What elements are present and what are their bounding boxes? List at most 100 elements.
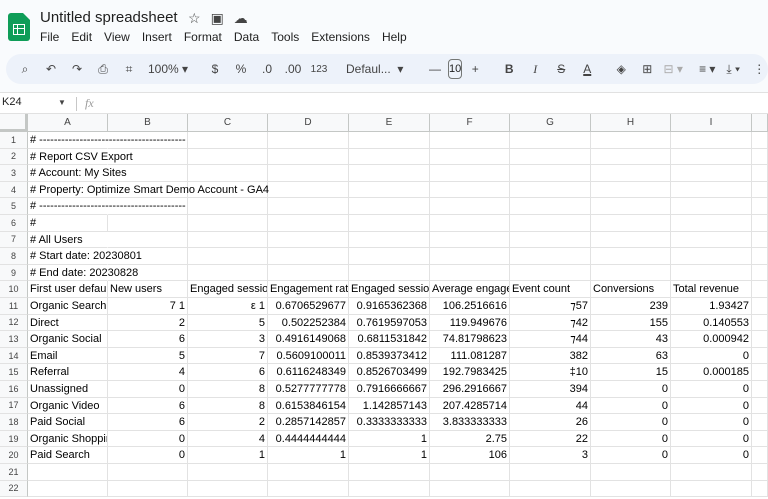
- table-cell[interactable]: # All Users: [28, 232, 108, 249]
- zoom-select[interactable]: 100% ▾: [144, 57, 192, 81]
- row-header[interactable]: 11: [0, 298, 28, 315]
- table-cell[interactable]: 155: [591, 314, 671, 332]
- row-header[interactable]: 4: [0, 181, 28, 199]
- table-cell[interactable]: [349, 198, 430, 215]
- table-cell[interactable]: [671, 132, 752, 149]
- table-cell[interactable]: [349, 148, 430, 166]
- row-header[interactable]: 1: [0, 132, 28, 149]
- row-header[interactable]: 14: [0, 347, 28, 365]
- table-cell[interactable]: [349, 248, 430, 265]
- table-cell[interactable]: [188, 132, 268, 149]
- table-cell[interactable]: [349, 480, 430, 498]
- table-cell[interactable]: # Report CSV Export: [28, 149, 133, 166]
- table-cell[interactable]: [268, 148, 349, 166]
- table-cell[interactable]: [349, 231, 430, 249]
- table-cell[interactable]: 1: [349, 447, 430, 464]
- table-cell[interactable]: # Account: My Sites: [28, 165, 127, 182]
- table-cell[interactable]: 1.93427: [671, 298, 752, 315]
- column-header-c[interactable]: C: [188, 114, 268, 132]
- font-family-select[interactable]: Defaul... ▾: [342, 57, 412, 81]
- table-cell[interactable]: 43: [591, 331, 671, 348]
- table-cell[interactable]: Organic Search: [28, 298, 108, 315]
- table-cell[interactable]: 8: [188, 397, 268, 415]
- table-cell[interactable]: 2: [188, 414, 268, 431]
- table-cell[interactable]: [671, 165, 752, 182]
- row-header[interactable]: 8: [0, 248, 28, 265]
- table-cell[interactable]: [268, 480, 349, 498]
- table-cell[interactable]: 0.4916149068: [268, 331, 349, 348]
- table-cell[interactable]: [510, 181, 591, 199]
- table-cell[interactable]: [430, 215, 510, 232]
- table-cell[interactable]: [510, 215, 591, 232]
- table-cell[interactable]: [752, 248, 768, 265]
- menu-item-data[interactable]: Data: [234, 30, 259, 44]
- row-header[interactable]: 5: [0, 198, 28, 215]
- table-cell[interactable]: 0.9165362368: [349, 298, 430, 315]
- table-cell[interactable]: [268, 181, 349, 199]
- row-header[interactable]: 22: [0, 480, 28, 498]
- table-cell[interactable]: 6: [108, 397, 188, 415]
- table-cell[interactable]: [430, 248, 510, 265]
- table-cell[interactable]: 5: [188, 314, 268, 332]
- table-cell[interactable]: [591, 231, 671, 249]
- table-cell[interactable]: [430, 480, 510, 498]
- table-cell[interactable]: 0.502252384: [268, 314, 349, 332]
- table-cell[interactable]: 296.2916667: [430, 381, 510, 398]
- table-cell[interactable]: [671, 198, 752, 215]
- row-header[interactable]: 21: [0, 464, 28, 481]
- table-cell[interactable]: [349, 132, 430, 149]
- table-cell[interactable]: [188, 248, 268, 265]
- table-cell[interactable]: 106: [430, 447, 510, 464]
- table-cell[interactable]: [268, 165, 349, 182]
- table-cell[interactable]: [591, 165, 671, 182]
- horizontal-align-icon[interactable]: ≡ ▾: [696, 57, 718, 81]
- table-cell[interactable]: [188, 148, 268, 166]
- cloud-status-icon[interactable]: ☁: [234, 10, 248, 27]
- table-cell[interactable]: 106.2516616: [430, 298, 510, 315]
- table-cell[interactable]: [752, 264, 768, 282]
- table-cell[interactable]: # --------------------------------------…: [28, 198, 186, 215]
- table-cell[interactable]: 0.6811531842: [349, 331, 430, 348]
- table-cell[interactable]: [510, 480, 591, 498]
- table-cell[interactable]: [671, 215, 752, 232]
- table-cell[interactable]: 15: [591, 364, 671, 381]
- column-header-partial[interactable]: [752, 114, 768, 132]
- undo-icon[interactable]: ↶: [40, 57, 62, 81]
- table-cell[interactable]: 1: [268, 447, 349, 464]
- table-cell[interactable]: 0: [671, 347, 752, 365]
- table-cell[interactable]: [752, 198, 768, 215]
- table-cell[interactable]: [752, 148, 768, 166]
- table-cell[interactable]: 0: [671, 381, 752, 398]
- table-cell[interactable]: [510, 165, 591, 182]
- table-cell[interactable]: 4: [188, 430, 268, 448]
- font-size-input[interactable]: 10: [448, 59, 463, 79]
- table-cell[interactable]: 44: [510, 397, 591, 415]
- table-cell[interactable]: Conversions: [591, 281, 671, 298]
- table-cell[interactable]: [752, 480, 768, 498]
- menu-item-view[interactable]: View: [104, 30, 130, 44]
- table-cell[interactable]: [671, 248, 752, 265]
- table-cell[interactable]: 382: [510, 347, 591, 365]
- table-cell[interactable]: 1: [349, 430, 430, 448]
- table-cell[interactable]: [752, 397, 768, 415]
- table-cell[interactable]: [349, 215, 430, 232]
- table-cell[interactable]: 0.6116248349: [268, 364, 349, 381]
- row-header[interactable]: 20: [0, 447, 28, 464]
- table-cell[interactable]: # Start date: 20230801: [28, 248, 142, 265]
- paint-format-icon[interactable]: ⌗: [118, 57, 140, 81]
- font-size-increase-button[interactable]: +: [464, 57, 486, 81]
- table-cell[interactable]: [268, 264, 349, 282]
- table-cell[interactable]: [752, 381, 768, 398]
- move-folder-icon[interactable]: ▣: [211, 10, 224, 27]
- table-cell[interactable]: 26: [510, 414, 591, 431]
- table-cell[interactable]: 192.7983425: [430, 364, 510, 381]
- table-cell[interactable]: 2.75: [430, 430, 510, 448]
- table-cell[interactable]: 0: [591, 397, 671, 415]
- table-cell[interactable]: [752, 281, 768, 298]
- table-cell[interactable]: 3: [188, 331, 268, 348]
- table-cell[interactable]: [188, 231, 268, 249]
- table-cell[interactable]: [349, 181, 430, 199]
- table-cell[interactable]: Email: [28, 347, 108, 365]
- table-cell[interactable]: [188, 215, 268, 232]
- redo-icon[interactable]: ↷: [66, 57, 88, 81]
